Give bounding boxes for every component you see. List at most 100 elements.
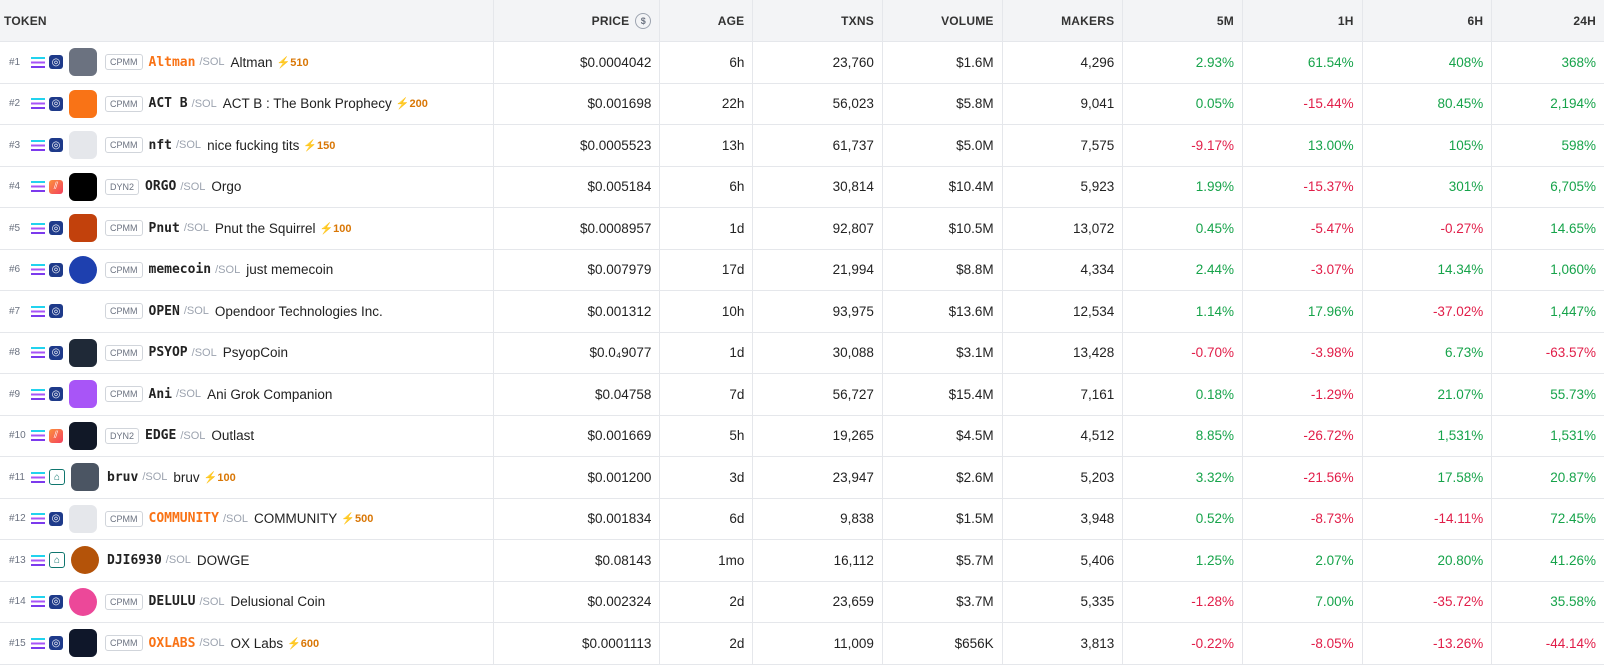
header-volume[interactable]: VOLUME <box>883 0 1003 41</box>
header-token[interactable]: TOKEN <box>0 0 495 41</box>
rank-label: #7 <box>9 305 21 317</box>
table-row[interactable]: #14 ◎ CPMM DELULU /SOL Delusional Coin $… <box>0 581 1604 623</box>
change-6h-cell: 20.80% <box>1363 540 1493 581</box>
txns-cell: 19,265 <box>753 415 883 456</box>
volume-cell: $3.7M <box>883 581 1003 622</box>
makers-cell: 3,813 <box>1003 623 1124 664</box>
txns-cell: 9,838 <box>753 498 883 539</box>
table-row[interactable]: #5 ◎ CPMM Pnut /SOL Pnut the Squirrel ⚡1… <box>0 208 1604 250</box>
solana-chain-icon <box>31 181 45 193</box>
makers-cell: 9,041 <box>1003 83 1124 124</box>
rank-label: #10 <box>9 430 26 442</box>
volume-cell: $656K <box>883 623 1003 664</box>
token-symbol: ORGO <box>145 179 177 195</box>
header-24h[interactable]: 24H <box>1492 0 1604 41</box>
txns-cell: 16,112 <box>753 540 883 581</box>
price-cell: $0.002324 <box>494 581 661 622</box>
token-cell: #13 ⌂ DJI6930 /SOL DOWGE <box>0 540 495 581</box>
token-cell: #12 ◎ CPMM COMMUNITY /SOL COMMUNITY ⚡500 <box>0 498 495 539</box>
change-5m-cell: 1.14% <box>1123 291 1243 332</box>
token-name: Opendoor Technologies Inc. <box>214 303 383 319</box>
price-cell: $0.007979 <box>494 249 661 290</box>
dex-icon: ◎ <box>49 594 63 609</box>
token-name: Outlast <box>211 428 255 444</box>
change-1h-cell: 17.96% <box>1243 291 1363 332</box>
dex-icon: ◎ <box>49 387 63 402</box>
header-5m[interactable]: 5M <box>1123 0 1243 41</box>
change-1h-cell: 61.54% <box>1243 42 1363 83</box>
table-row[interactable]: #3 ◎ CPMM nft /SOL nice fucking tits ⚡15… <box>0 125 1604 167</box>
table-row[interactable]: #10 ⫽ DYN2 EDGE /SOL Outlast $0.001669 5… <box>0 415 1604 457</box>
solana-chain-icon <box>31 430 45 442</box>
dex-icon: ◎ <box>49 96 63 111</box>
solana-chain-icon <box>31 139 45 151</box>
change-24h-cell: 1,060% <box>1550 262 1596 278</box>
header-6h[interactable]: 6H <box>1363 0 1493 41</box>
table-row[interactable]: #8 ◎ CPMM PSYOP /SOL PsyopCoin $0.0₄9077… <box>0 332 1604 374</box>
solana-chain-icon <box>31 305 45 317</box>
token-avatar <box>69 504 97 533</box>
green-dex-icon: ⌂ <box>49 552 65 569</box>
table-row[interactable]: #9 ◎ CPMM Ani /SOL Ani Grok Companion $0… <box>0 374 1604 416</box>
change-5m-cell: 8.85% <box>1123 415 1243 456</box>
currency-toggle-icon[interactable]: $ <box>635 12 652 29</box>
change-1h-cell: -8.73% <box>1243 498 1363 539</box>
price-cell: $0.005184 <box>494 166 661 207</box>
change-1h-cell: 13.00% <box>1243 125 1363 166</box>
rank-label: #12 <box>9 513 26 525</box>
solana-chain-icon <box>31 637 45 649</box>
header-makers[interactable]: MAKERS <box>1003 0 1124 41</box>
pool-type-badge: CPMM <box>105 220 143 237</box>
table-row[interactable]: #12 ◎ CPMM COMMUNITY /SOL COMMUNITY ⚡500… <box>0 498 1604 540</box>
dex-icon: ◎ <box>49 221 63 236</box>
token-name: Pnut the Squirrel <box>214 220 316 236</box>
price-cell: $0.001834 <box>494 498 661 539</box>
price-cell: $0.0008957 <box>494 208 661 249</box>
table-row[interactable]: #7 ◎ CPMM OPEN /SOL Opendoor Technologie… <box>0 291 1604 333</box>
token-cell: #1 ◎ CPMM Altman /SOL Altman ⚡510 <box>0 42 495 83</box>
rank-label: #13 <box>9 554 26 566</box>
table-row[interactable]: #4 ⫽ DYN2 ORGO /SOL Orgo $0.005184 6h 30… <box>0 166 1604 208</box>
dex-icon: ◎ <box>49 511 63 526</box>
header-price[interactable]: PRICE $ <box>494 0 661 41</box>
rank-label: #4 <box>9 181 21 193</box>
table-row[interactable]: #15 ◎ CPMM OXLABS /SOL OX Labs ⚡600 $0.0… <box>0 623 1604 665</box>
volume-cell: $15.4M <box>883 374 1003 415</box>
token-avatar <box>69 172 97 201</box>
table-row[interactable]: #11 ⌂ bruv /SOL bruv ⚡100 $0.001200 3d 2… <box>0 457 1604 499</box>
rank-label: #2 <box>9 98 21 110</box>
pool-type-badge: DYN2 <box>105 178 140 195</box>
quote-token-label: /SOL <box>183 305 209 318</box>
rank-label: #11 <box>9 471 25 483</box>
token-avatar <box>69 255 97 284</box>
token-avatar <box>69 338 97 367</box>
token-cell: #8 ◎ CPMM PSYOP /SOL PsyopCoin <box>0 332 495 373</box>
change-1h-cell: -15.44% <box>1243 83 1363 124</box>
change-24h-cell: 1,531% <box>1550 428 1596 444</box>
price-cell: $0.04758 <box>494 374 661 415</box>
pool-type-badge: CPMM <box>105 137 143 154</box>
header-txns[interactable]: TXNS <box>753 0 883 41</box>
age-cell: 5h <box>660 415 754 456</box>
makers-cell: 5,406 <box>1003 540 1124 581</box>
header-1h[interactable]: 1H <box>1243 0 1363 41</box>
table-row[interactable]: #6 ◎ CPMM memecoin /SOL just memecoin $0… <box>0 249 1604 291</box>
volume-cell: $1.6M <box>883 42 1003 83</box>
header-makers-label: MAKERS <box>1061 13 1115 28</box>
table-row[interactable]: #2 ◎ CPMM ACT B /SOL ACT B : The Bonk Pr… <box>0 83 1604 125</box>
table-header: TOKEN PRICE $ AGE TXNS VOLUME MAKERS 5M 1… <box>0 0 1604 42</box>
token-cell: #11 ⌂ bruv /SOL bruv ⚡100 <box>0 457 495 498</box>
change-24h-cell: 55.73% <box>1550 386 1596 402</box>
table-row[interactable]: #13 ⌂ DJI6930 /SOL DOWGE $0.08143 1mo 16… <box>0 540 1604 582</box>
header-price-label: PRICE <box>591 13 630 28</box>
volume-cell: $2.6M <box>883 457 1003 498</box>
header-1h-label: 1H <box>1337 13 1354 28</box>
change-1h-cell: -1.29% <box>1243 374 1363 415</box>
change-6h-cell: 14.34% <box>1363 249 1493 290</box>
table-row[interactable]: #1 ◎ CPMM Altman /SOL Altman ⚡510 $0.000… <box>0 42 1604 84</box>
volume-cell: $10.4M <box>883 166 1003 207</box>
txns-cell: 61,737 <box>753 125 883 166</box>
header-age[interactable]: AGE <box>660 0 754 41</box>
change-24h-cell: 368% <box>1561 54 1596 70</box>
dex-icon: ◎ <box>49 636 63 651</box>
